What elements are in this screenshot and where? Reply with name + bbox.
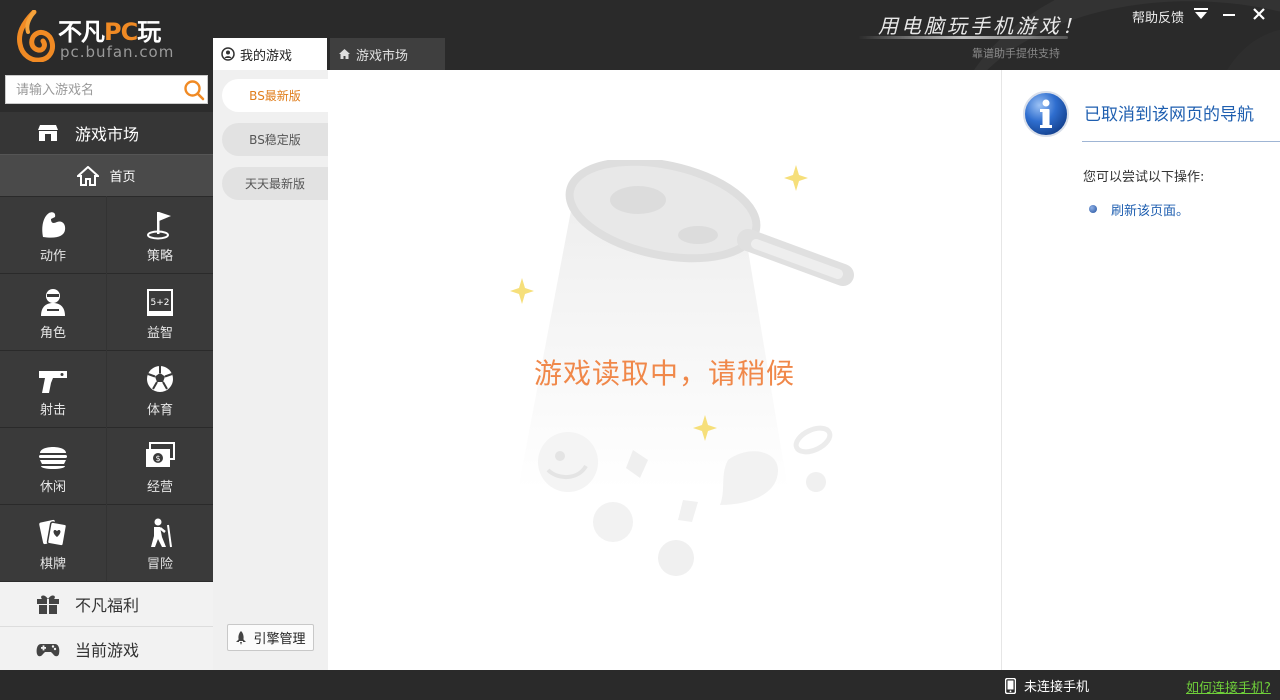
search-box (5, 75, 208, 104)
category-puzzle[interactable]: 5+2 益智 (107, 273, 213, 350)
welfare-label: 不凡福利 (75, 596, 140, 615)
category-label: 冒险 (146, 557, 173, 572)
category-adventure[interactable]: 冒险 (107, 504, 213, 581)
sidebar-item-welfare[interactable]: 不凡福利 (0, 582, 213, 626)
muscle-arm-icon (42, 212, 66, 238)
gift-icon (37, 595, 59, 614)
pistol-icon (39, 371, 67, 393)
game-market-section[interactable]: 游戏市场 (0, 112, 213, 154)
sidebar: 游戏市场 首页 动作 策略 角色 5+2 益智 射击 体育 (0, 70, 213, 670)
slogan-underline (858, 36, 1068, 39)
slogan-sub: 靠谱助手提供支持 (972, 47, 1060, 60)
loading-text: 游戏读取中，请稍候 (533, 357, 795, 390)
slogan: 用电脑玩手机游戏！ (878, 14, 1085, 38)
minimize-button[interactable] (1218, 4, 1240, 24)
category-sports[interactable]: 体育 (107, 350, 213, 427)
tab-label: 我的游戏 (240, 48, 293, 64)
sidebar-item-home[interactable]: 首页 (0, 154, 213, 196)
svg-text:$: $ (155, 454, 160, 463)
version-bs-latest[interactable]: BS最新版 (222, 79, 328, 112)
category-label: 射击 (39, 403, 66, 418)
category-label: 益智 (146, 326, 173, 341)
app-logo: 不凡PC玩 pc.bufan.com (16, 10, 206, 66)
navigation-cancelled-panel: 已取消到该网页的导航 您可以尝试以下操作: 刷新该页面。 (1001, 70, 1280, 670)
menu-chevron-icon (1194, 8, 1208, 19)
category-action[interactable]: 动作 (0, 196, 106, 273)
main-content: 游戏读取中，请稍候 (328, 70, 1001, 670)
app-url: pc.bufan.com (60, 43, 175, 61)
money-icon: $ (146, 442, 175, 467)
user-circle-icon (221, 47, 235, 61)
home-icon (77, 165, 100, 186)
title-divider (1082, 141, 1280, 142)
search-icon[interactable] (183, 79, 205, 101)
tab-game-market[interactable]: 游戏市场 (330, 38, 445, 70)
category-role[interactable]: 角色 (0, 273, 106, 350)
svg-text:5+2: 5+2 (151, 298, 170, 308)
store-icon (38, 125, 58, 141)
burger-icon (39, 447, 67, 469)
tab-my-games[interactable]: 我的游戏 (213, 38, 327, 70)
engine-manage-label: 引擎管理 (253, 632, 306, 647)
category-shooting[interactable]: 射击 (0, 350, 106, 427)
bullet-icon (1089, 205, 1097, 213)
title-bar: 不凡PC玩 pc.bufan.com 用电脑玩手机游戏！ 靠谱助手提供支持 帮助… (0, 0, 1280, 70)
close-icon (1253, 8, 1265, 20)
phone-icon (1005, 677, 1016, 694)
help-feedback-link[interactable]: 帮助反馈 (1132, 7, 1184, 26)
menu-dropdown-button[interactable] (1190, 4, 1212, 24)
game-market-label: 游戏市场 (75, 125, 140, 144)
engine-manage-button[interactable]: 引擎管理 (227, 624, 314, 651)
how-to-connect-link[interactable]: 如何连接手机? (1186, 677, 1271, 696)
category-label: 棋牌 (39, 557, 66, 572)
cards-icon (39, 519, 68, 547)
rocket-icon (236, 630, 247, 645)
category-label: 经营 (146, 480, 173, 495)
hiker-icon (151, 518, 172, 548)
app-title: 不凡PC玩 (58, 18, 161, 46)
home-icon (339, 49, 350, 59)
math-board-icon: 5+2 (147, 289, 173, 316)
version-tiantian-latest[interactable]: 天天最新版 (222, 167, 328, 200)
category-label: 角色 (39, 326, 66, 341)
flag-icon (147, 212, 171, 240)
version-bs-stable[interactable]: BS稳定版 (222, 123, 328, 156)
refresh-page-link[interactable]: 刷新该页面。 (1111, 200, 1189, 219)
nav-cancelled-desc: 您可以尝试以下操作: (1083, 170, 1205, 185)
sidebar-item-current-game[interactable]: 当前游戏 (0, 626, 213, 670)
close-button[interactable] (1248, 4, 1270, 24)
version-list: BS最新版 BS稳定版 天天最新版 引擎管理 (213, 70, 328, 670)
category-strategy[interactable]: 策略 (107, 196, 213, 273)
home-label: 首页 (109, 170, 136, 185)
status-bar: 未连接手机 如何连接手机? (0, 670, 1280, 700)
nav-cancelled-title: 已取消到该网页的导航 (1084, 105, 1254, 125)
phone-connection-status: 未连接手机 (1005, 676, 1089, 695)
category-grid: 动作 策略 角色 5+2 益智 射击 体育 休闲 $ 经营 棋牌 冒险 (0, 196, 213, 581)
gamepad-icon (36, 643, 60, 656)
category-label: 策略 (146, 249, 173, 264)
category-label: 体育 (146, 403, 173, 418)
category-cards[interactable]: 棋牌 (0, 504, 106, 581)
search-input[interactable] (6, 76, 178, 103)
phone-status-text: 未连接手机 (1024, 680, 1090, 695)
tab-label: 游戏市场 (356, 48, 409, 64)
category-casual[interactable]: 休闲 (0, 427, 106, 504)
soccer-ball-icon (147, 366, 173, 392)
logo-flame-icon (17, 10, 55, 62)
current-game-label: 当前游戏 (75, 640, 140, 660)
minimize-icon (1223, 14, 1235, 16)
category-business[interactable]: $ 经营 (107, 427, 213, 504)
category-label: 休闲 (39, 480, 66, 495)
category-label: 动作 (39, 249, 66, 264)
info-icon (1023, 91, 1069, 137)
character-icon (41, 289, 65, 316)
